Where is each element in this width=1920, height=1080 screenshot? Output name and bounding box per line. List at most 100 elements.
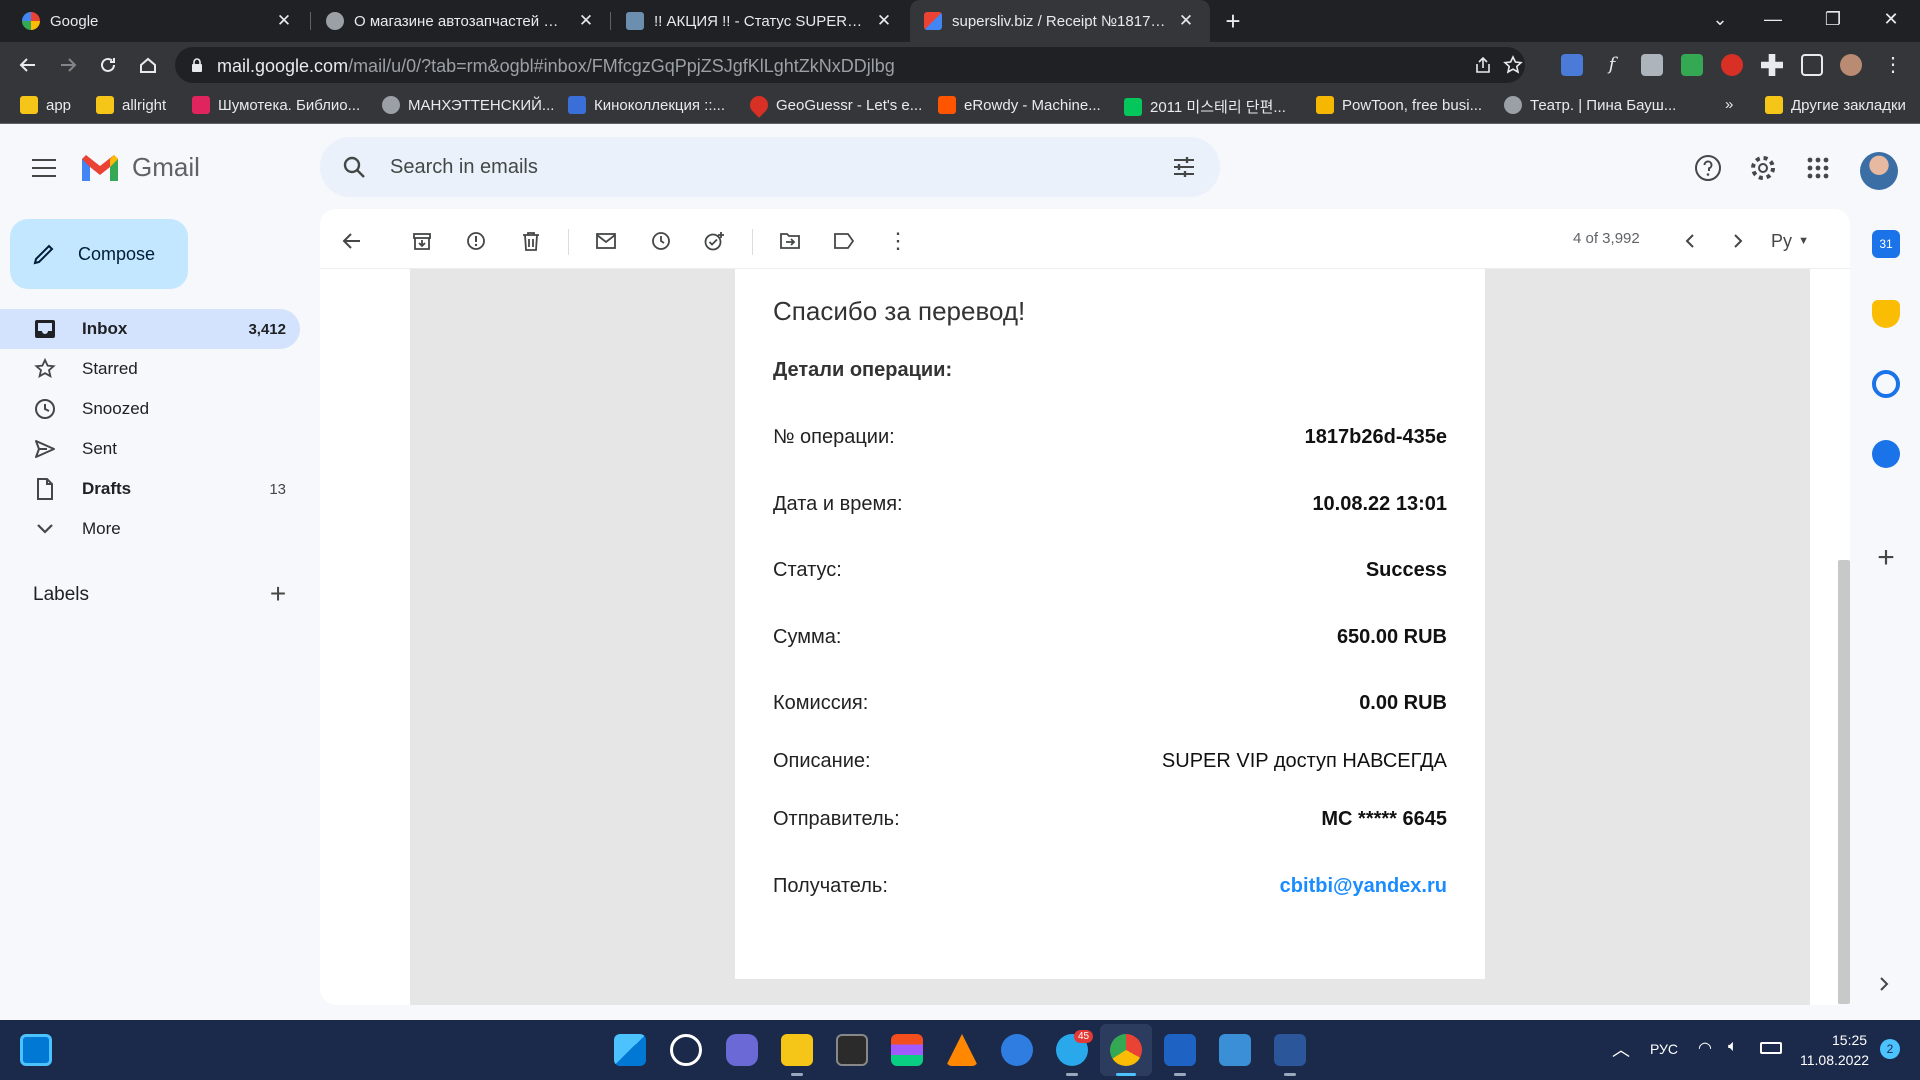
settings-button[interactable] — [1743, 148, 1783, 188]
volume-icon[interactable]: 🔈︎ — [1728, 1038, 1738, 1056]
tab-search-icon[interactable]: ⌄ — [1695, 0, 1745, 38]
chat-icon[interactable] — [726, 1034, 758, 1066]
show-side-panel-button[interactable] — [1878, 976, 1894, 992]
older-button[interactable] — [1720, 223, 1756, 259]
bookmarks-overflow-button[interactable]: » — [1725, 96, 1733, 113]
contacts-icon[interactable] — [1872, 440, 1900, 468]
recipient-email-link[interactable]: cbitbi@yandex.ru — [1280, 875, 1447, 898]
kebab-menu-icon[interactable]: ⋮ — [1882, 54, 1904, 76]
bookmark-item[interactable]: allright — [96, 96, 166, 114]
profile-avatar[interactable] — [1840, 54, 1862, 76]
scrollbar-thumb[interactable] — [1838, 560, 1850, 1004]
labels-button[interactable] — [826, 223, 862, 259]
close-window-button[interactable]: ✕ — [1866, 0, 1916, 38]
tray-overflow-icon[interactable]: ︿ — [1612, 1036, 1630, 1062]
vlc-icon[interactable] — [946, 1034, 978, 1066]
support-button[interactable] — [1688, 148, 1728, 188]
new-tab-button[interactable]: + — [1218, 6, 1248, 36]
extension-icon[interactable] — [1641, 54, 1663, 76]
bookmark-item[interactable]: Театр. | Пина Бауш... — [1504, 96, 1676, 114]
bookmark-item[interactable]: app — [20, 96, 71, 114]
tab-promo[interactable]: !! АКЦИЯ !! - Статус SUPER VIP с ✕ — [612, 0, 908, 42]
search-icon[interactable] — [670, 1034, 702, 1066]
tasks-icon[interactable] — [1872, 370, 1900, 398]
formula-extension-icon[interactable]: f — [1601, 54, 1623, 76]
get-addons-button[interactable]: + — [1872, 543, 1900, 573]
close-icon[interactable]: ✕ — [576, 11, 596, 31]
app-icon[interactable] — [1001, 1034, 1033, 1066]
calendar-icon[interactable]: 31 — [1872, 230, 1900, 258]
nav-item-snoozed[interactable]: Snoozed — [0, 389, 300, 429]
start-icon[interactable] — [614, 1034, 646, 1066]
forward-button[interactable] — [52, 49, 84, 81]
close-icon[interactable]: ✕ — [874, 11, 894, 31]
reload-button[interactable] — [92, 49, 124, 81]
archive-button[interactable] — [404, 223, 440, 259]
extensions-puzzle-icon[interactable] — [1761, 54, 1783, 76]
translate-extension-icon[interactable] — [1561, 54, 1583, 76]
add-label-button[interactable]: + — [264, 580, 292, 608]
media-player-icon[interactable] — [1164, 1034, 1196, 1066]
main-menu-button[interactable] — [24, 148, 64, 188]
widgets-icon[interactable] — [20, 1034, 52, 1066]
keep-icon[interactable] — [1872, 300, 1900, 328]
bookmark-item[interactable]: 2011 미스테리 단편... — [1124, 96, 1286, 117]
clock-date[interactable]: 11.08.2022 — [1800, 1052, 1869, 1068]
delete-button[interactable] — [513, 223, 549, 259]
search-input[interactable]: Search in emails — [390, 156, 538, 179]
other-bookmarks-folder[interactable]: Другие закладки — [1765, 96, 1906, 114]
wifi-icon[interactable]: ◠ — [1698, 1038, 1712, 1058]
back-to-inbox-button[interactable] — [334, 223, 370, 259]
close-icon[interactable]: ✕ — [1176, 11, 1196, 31]
side-panel-icon[interactable] — [1801, 54, 1823, 76]
home-button[interactable] — [132, 49, 164, 81]
compose-button[interactable]: Compose — [10, 219, 188, 289]
tab-gmail-receipt[interactable]: supersliv.biz / Receipt №1817b2€ ✕ — [910, 0, 1210, 42]
mark-unread-button[interactable] — [588, 223, 624, 259]
nav-item-sent[interactable]: Sent — [0, 429, 300, 469]
minimize-button[interactable]: — — [1748, 0, 1798, 38]
bookmark-item[interactable]: eRowdy - Machine... — [938, 96, 1101, 114]
search-options-icon[interactable] — [1172, 155, 1196, 179]
bookmark-item[interactable]: Киноколлекция ::... — [568, 96, 725, 114]
search-icon[interactable] — [342, 155, 366, 179]
tab-autoparts[interactable]: О магазине автозапчастей ИП К ✕ — [312, 0, 610, 42]
photos-icon[interactable] — [1219, 1034, 1251, 1066]
bookmark-item[interactable]: Шумотека. Библио... — [192, 96, 360, 114]
input-language-indicator[interactable]: РУС — [1650, 1041, 1678, 1057]
tab-google[interactable]: Google ✕ — [8, 0, 308, 42]
nav-item-starred[interactable]: Starred — [0, 349, 300, 389]
bookmark-item[interactable]: GeoGuessr - Let's e... — [746, 92, 922, 118]
clock-time[interactable]: 15:25 — [1832, 1032, 1867, 1048]
nav-item-inbox[interactable]: Inbox 3,412 — [0, 309, 300, 349]
account-avatar[interactable] — [1860, 152, 1898, 190]
chrome-icon[interactable] — [1110, 1034, 1142, 1066]
nav-item-more[interactable]: More — [0, 509, 300, 549]
apps-button[interactable] — [1798, 148, 1838, 188]
bookmark-item[interactable]: МАНХЭТТЕНСКИЙ... — [382, 96, 554, 114]
gmail-logo[interactable]: Gmail — [80, 152, 200, 183]
more-actions-button[interactable]: ⋮ — [880, 223, 916, 259]
input-tools-button[interactable]: Ру ▼ — [1760, 223, 1820, 259]
move-to-button[interactable] — [772, 223, 808, 259]
restore-button[interactable]: ❐ — [1808, 0, 1858, 38]
word-icon[interactable] — [1274, 1034, 1306, 1066]
battery-icon[interactable] — [1760, 1042, 1782, 1054]
newer-button[interactable] — [1672, 223, 1708, 259]
add-to-tasks-button[interactable] — [697, 223, 733, 259]
bookmark-star-icon[interactable] — [1503, 55, 1523, 75]
share-icon[interactable] — [1473, 56, 1493, 74]
adblock-extension-icon[interactable] — [1721, 54, 1743, 76]
file-explorer-icon[interactable] — [781, 1034, 813, 1066]
address-bar[interactable]: mail.google.com/mail/u/0/?tab=rm&ogbl#in… — [175, 47, 1525, 83]
snooze-button[interactable] — [643, 223, 679, 259]
extension-icon[interactable] — [1681, 54, 1703, 76]
figma-icon[interactable] — [891, 1034, 923, 1066]
back-button[interactable] — [12, 49, 44, 81]
notification-badge[interactable]: 2 — [1880, 1039, 1900, 1059]
nav-item-drafts[interactable]: Drafts 13 — [0, 469, 300, 509]
davinci-icon[interactable] — [836, 1034, 868, 1066]
bookmark-item[interactable]: PowToon, free busi... — [1316, 96, 1482, 114]
search-bar[interactable]: Search in emails — [320, 137, 1220, 197]
close-icon[interactable]: ✕ — [274, 11, 294, 31]
